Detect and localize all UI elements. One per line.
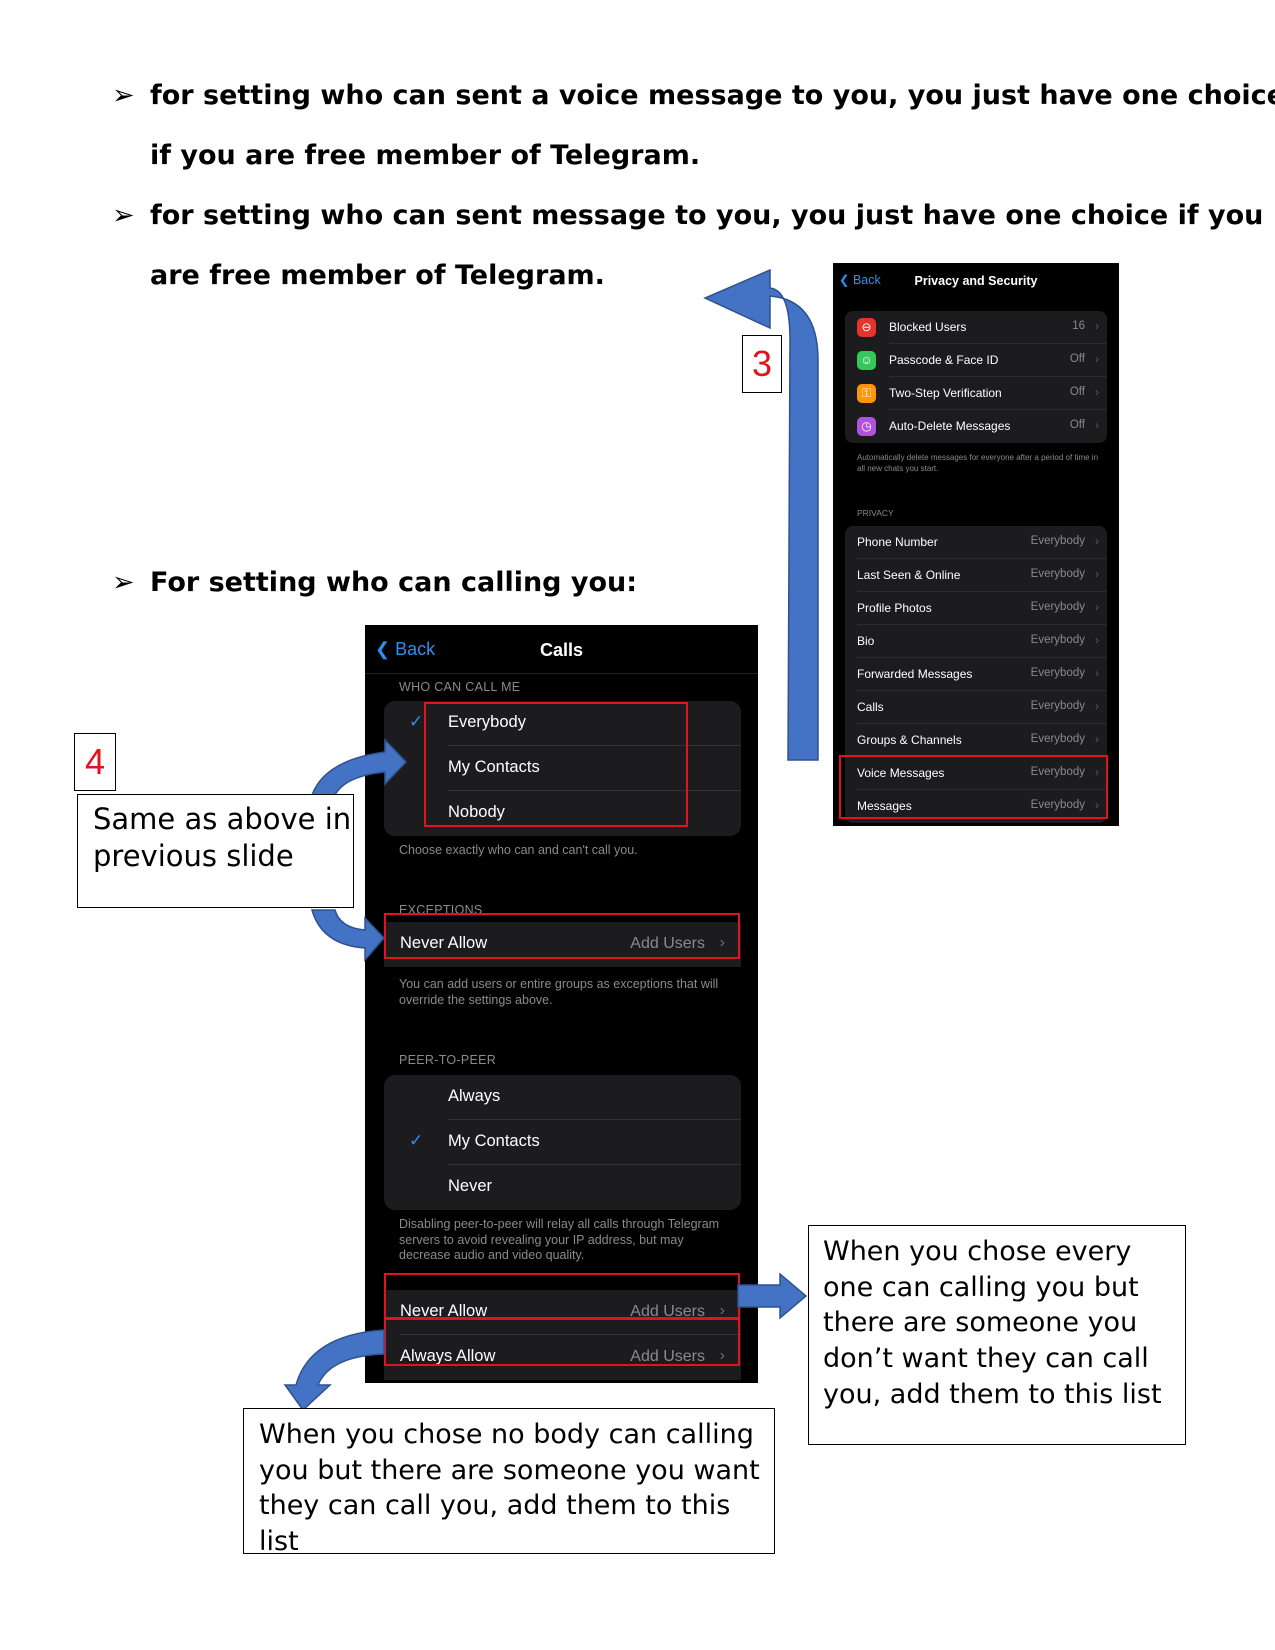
step-4-label: 4 (74, 733, 116, 791)
step4-lower-arrow-icon (311, 909, 386, 963)
always-allow-callout: When you chose no body can calling you b… (243, 1408, 775, 1557)
never-allow-arrow-icon (737, 1272, 808, 1320)
never-allow-callout: When you chose every one can calling you… (808, 1225, 1186, 1445)
step-3-label: 3 (742, 335, 782, 393)
same-as-above-callout: Same as above in previous slide (77, 794, 354, 908)
step4-upper-arrow-icon (310, 738, 408, 796)
always-allow-arrow-icon (283, 1329, 385, 1412)
